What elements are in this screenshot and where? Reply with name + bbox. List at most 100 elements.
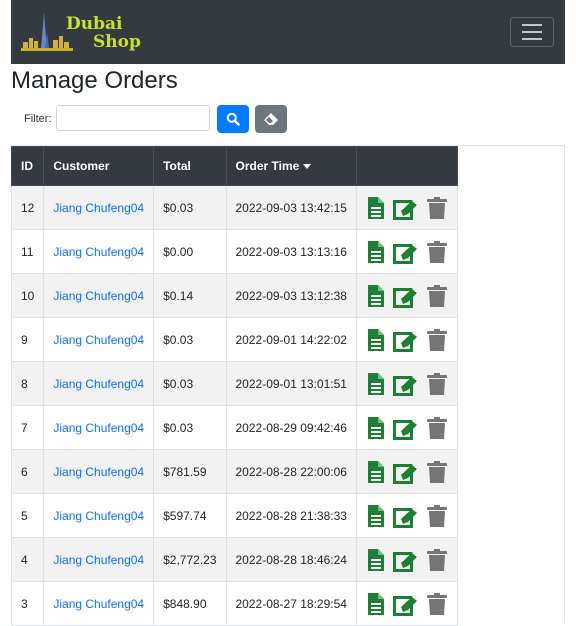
table-row: 5 Jiang Chufeng04 $597.74 2022-08-28 21:… bbox=[10, 493, 458, 538]
file-document-icon[interactable] bbox=[366, 504, 386, 528]
actions-cell bbox=[355, 537, 458, 582]
order-time: 2022-08-29 09:42:46 bbox=[235, 420, 347, 435]
order-time: 2022-08-28 21:38:33 bbox=[235, 508, 347, 523]
column-header-order-time[interactable]: Order Time bbox=[225, 146, 357, 186]
order-id: 11 bbox=[21, 244, 34, 259]
total-cell: $0.00 bbox=[153, 229, 227, 274]
total-cell: $0.03 bbox=[153, 405, 227, 450]
trash-icon[interactable] bbox=[426, 548, 448, 572]
order-id: 10 bbox=[21, 288, 35, 303]
file-document-icon[interactable] bbox=[366, 592, 386, 616]
order-id-cell: 7 bbox=[10, 405, 45, 450]
edit-icon[interactable] bbox=[392, 460, 420, 484]
row-actions bbox=[366, 284, 448, 308]
order-id-cell: 3 bbox=[10, 581, 45, 626]
file-document-icon[interactable] bbox=[366, 284, 386, 308]
customer-link[interactable]: Jiang Chufeng04 bbox=[53, 289, 144, 303]
edit-icon[interactable] bbox=[392, 240, 420, 264]
total-cell: $0.14 bbox=[153, 273, 227, 318]
row-actions bbox=[366, 240, 448, 264]
customer-link[interactable]: Jiang Chufeng04 bbox=[53, 333, 144, 347]
file-document-icon[interactable] bbox=[366, 240, 386, 264]
column-header-customer[interactable]: Customer bbox=[43, 146, 155, 186]
orders-table-body: 12 Jiang Chufeng04 $0.03 2022-09-03 13:4… bbox=[10, 185, 458, 626]
actions-cell bbox=[355, 449, 458, 494]
edit-icon[interactable] bbox=[392, 328, 420, 352]
trash-icon[interactable] bbox=[426, 284, 448, 308]
row-actions bbox=[366, 548, 448, 572]
edit-icon[interactable] bbox=[392, 592, 420, 616]
edit-icon[interactable] bbox=[392, 196, 420, 220]
order-id: 5 bbox=[21, 508, 28, 523]
order-id-cell: 12 bbox=[10, 185, 45, 230]
total-cell: $0.03 bbox=[153, 317, 227, 362]
menu-toggle-button[interactable] bbox=[510, 17, 554, 47]
trash-icon[interactable] bbox=[426, 504, 448, 528]
search-button[interactable] bbox=[217, 105, 249, 133]
file-document-icon[interactable] bbox=[366, 548, 386, 572]
order-id: 7 bbox=[21, 420, 28, 435]
trash-icon[interactable] bbox=[426, 592, 448, 616]
customer-link[interactable]: Jiang Chufeng04 bbox=[53, 553, 144, 567]
actions-cell bbox=[355, 229, 458, 274]
total-cell: $0.03 bbox=[153, 361, 227, 406]
brand-logo[interactable]: Dubai Shop bbox=[21, 8, 141, 58]
column-header-id[interactable]: ID bbox=[10, 146, 45, 186]
customer-cell: Jiang Chufeng04 bbox=[43, 537, 155, 582]
customer-cell: Jiang Chufeng04 bbox=[43, 185, 155, 230]
trash-icon[interactable] bbox=[426, 416, 448, 440]
trash-icon[interactable] bbox=[426, 460, 448, 484]
order-time-cell: 2022-09-03 13:12:38 bbox=[225, 273, 357, 318]
customer-link[interactable]: Jiang Chufeng04 bbox=[53, 597, 144, 611]
edit-icon[interactable] bbox=[392, 416, 420, 440]
order-total: $0.03 bbox=[163, 420, 194, 435]
trash-icon[interactable] bbox=[426, 240, 448, 264]
row-actions bbox=[366, 416, 448, 440]
eraser-icon bbox=[264, 113, 278, 125]
customer-cell: Jiang Chufeng04 bbox=[43, 581, 155, 626]
order-total: $781.59 bbox=[163, 464, 207, 479]
customer-cell: Jiang Chufeng04 bbox=[43, 273, 155, 318]
customer-cell: Jiang Chufeng04 bbox=[43, 493, 155, 538]
order-total: $0.14 bbox=[163, 288, 194, 303]
customer-link[interactable]: Jiang Chufeng04 bbox=[53, 421, 144, 435]
filter-input[interactable] bbox=[56, 105, 210, 131]
order-total: $0.00 bbox=[163, 244, 194, 259]
customer-link[interactable]: Jiang Chufeng04 bbox=[53, 245, 144, 259]
clear-filter-button[interactable] bbox=[255, 105, 287, 133]
file-document-icon[interactable] bbox=[366, 460, 386, 484]
edit-icon[interactable] bbox=[392, 504, 420, 528]
edit-icon[interactable] bbox=[392, 548, 420, 572]
customer-link[interactable]: Jiang Chufeng04 bbox=[53, 465, 144, 479]
column-header-total[interactable]: Total bbox=[153, 146, 227, 186]
trash-icon[interactable] bbox=[426, 196, 448, 220]
order-id-cell: 5 bbox=[10, 493, 45, 538]
customer-link[interactable]: Jiang Chufeng04 bbox=[53, 201, 144, 215]
file-document-icon[interactable] bbox=[366, 196, 386, 220]
table-row: 9 Jiang Chufeng04 $0.03 2022-09-01 14:22… bbox=[10, 317, 458, 362]
order-id: 12 bbox=[21, 200, 35, 215]
trash-icon[interactable] bbox=[426, 328, 448, 352]
trash-icon[interactable] bbox=[426, 372, 448, 396]
order-time: 2022-09-03 13:13:16 bbox=[235, 244, 347, 259]
row-actions bbox=[366, 328, 448, 352]
order-id: 4 bbox=[21, 552, 28, 567]
table-row: 11 Jiang Chufeng04 $0.00 2022-09-03 13:1… bbox=[10, 229, 458, 274]
customer-link[interactable]: Jiang Chufeng04 bbox=[53, 377, 144, 391]
table-row: 6 Jiang Chufeng04 $781.59 2022-08-28 22:… bbox=[10, 449, 458, 494]
order-id: 3 bbox=[21, 596, 28, 611]
order-id: 6 bbox=[21, 464, 28, 479]
edit-icon[interactable] bbox=[392, 372, 420, 396]
table-row: 7 Jiang Chufeng04 $0.03 2022-08-29 09:42… bbox=[10, 405, 458, 450]
customer-cell: Jiang Chufeng04 bbox=[43, 229, 155, 274]
file-document-icon[interactable] bbox=[366, 328, 386, 352]
actions-cell bbox=[355, 317, 458, 362]
order-total: $597.74 bbox=[163, 508, 207, 523]
file-document-icon[interactable] bbox=[366, 416, 386, 440]
order-time: 2022-09-01 13:01:51 bbox=[235, 376, 347, 391]
order-time: 2022-09-03 13:12:38 bbox=[235, 288, 347, 303]
edit-icon[interactable] bbox=[392, 284, 420, 308]
order-id-cell: 11 bbox=[10, 229, 45, 274]
customer-link[interactable]: Jiang Chufeng04 bbox=[53, 509, 144, 523]
file-document-icon[interactable] bbox=[366, 372, 386, 396]
